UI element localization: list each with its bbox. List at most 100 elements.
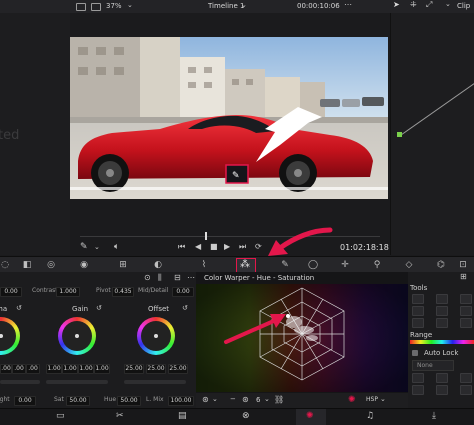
gain-r[interactable]: 1.00 <box>62 364 78 374</box>
lmix-value[interactable]: 100.00 <box>168 396 194 406</box>
clip-label[interactable]: Clip <box>457 2 470 10</box>
window-icon[interactable]: ◯ <box>308 260 318 270</box>
color-page-tab[interactable]: ✺ <box>296 409 326 425</box>
curves-icon[interactable]: ⌇ <box>199 260 209 270</box>
scrubber-track[interactable] <box>80 236 380 237</box>
sizing-icon[interactable]: ⊡ <box>458 260 468 270</box>
media-page-icon[interactable]: ▭ <box>56 411 65 421</box>
blur-icon[interactable]: ◇ <box>404 260 414 270</box>
fusion-page-icon[interactable]: ⊗ <box>242 411 250 421</box>
offset-g[interactable]: 25.00 <box>146 364 166 374</box>
contrast-value[interactable]: 1.000 <box>56 287 80 297</box>
lock-tool-button[interactable] <box>460 294 472 304</box>
offset-b[interactable]: 25.00 <box>168 364 188 374</box>
select-tool-button[interactable] <box>412 294 424 304</box>
gain-y[interactable]: 1.00 <box>46 364 62 374</box>
middetail-value[interactable]: 0.00 <box>172 287 194 297</box>
gamma-g[interactable]: .00 <box>26 364 40 374</box>
ring-tool-button[interactable] <box>460 306 472 316</box>
blend-tool-button[interactable] <box>436 385 448 395</box>
lock-mode-dropdown[interactable]: None <box>412 360 454 371</box>
primaries-icon[interactable]: ◎ <box>46 260 56 270</box>
pivot-value[interactable]: 0.435 <box>112 287 134 297</box>
go-to-start-icon[interactable]: ⏮︎ <box>178 242 185 252</box>
lum-tool-button[interactable] <box>412 385 424 395</box>
warper-picker-icon[interactable]: ⊛ <box>202 395 209 404</box>
hue-tool-button[interactable] <box>436 373 448 383</box>
column-tool-button[interactable] <box>436 306 448 316</box>
color-warper-tab[interactable]: ⁂ <box>236 258 256 273</box>
rgb-mixer-icon[interactable]: ⊞ <box>118 260 128 270</box>
options-dots-icon[interactable]: ⋯ <box>344 0 352 9</box>
page-value[interactable]: 6 <box>256 396 260 404</box>
sat-tool-button[interactable] <box>460 373 472 383</box>
tracker-icon[interactable]: ✛ <box>340 260 350 270</box>
go-to-end-icon[interactable]: ⏭︎ <box>239 242 246 252</box>
viewer-layout-icon[interactable] <box>76 3 86 11</box>
cut-page-icon[interactable]: ✂︎ <box>116 411 124 421</box>
grid-tool-button[interactable] <box>412 373 424 383</box>
hue-value[interactable]: 50.00 <box>117 396 141 406</box>
key-icon[interactable]: ⌬ <box>436 260 446 270</box>
camera-raw-icon[interactable]: ◌ <box>0 260 10 270</box>
gain-b[interactable]: 1.00 <box>94 364 110 374</box>
video-frame[interactable]: ✎ <box>70 37 388 199</box>
offset-r[interactable]: 25.00 <box>124 364 144 374</box>
keyframe-icon[interactable]: ⊞ <box>460 272 467 281</box>
sat-value[interactable]: 50.00 <box>66 396 90 406</box>
chevron-down-icon[interactable]: ⌄ <box>264 395 270 403</box>
log-mode-icon[interactable]: ⊟ <box>174 273 181 282</box>
gamma-master-slider[interactable] <box>0 380 40 384</box>
minus-icon[interactable]: − <box>230 395 236 403</box>
timeline-name[interactable]: Timeline 1 <box>208 2 244 10</box>
primaries-mode-icon[interactable]: ⊙ <box>144 273 151 282</box>
fullscreen-icon[interactable]: ⤢ <box>426 0 432 10</box>
timeline-dropdown-icon[interactable]: ⌄ <box>241 1 247 9</box>
loop-icon[interactable]: ⟳ <box>255 242 262 251</box>
edit-page-icon[interactable]: ▤ <box>178 411 187 421</box>
gain-master-slider[interactable] <box>46 380 108 384</box>
pointer-icon[interactable]: ➤ <box>393 0 400 9</box>
gain-wheel[interactable] <box>58 317 96 355</box>
zoom-level[interactable]: 37% <box>106 2 122 10</box>
warper-grid-icon[interactable]: ⊛ <box>242 395 249 404</box>
gamma-r[interactable]: .00 <box>12 364 26 374</box>
offset-wheel[interactable] <box>137 317 175 355</box>
link-icon[interactable]: ⛓︎ <box>274 395 284 404</box>
play-reverse-icon[interactable]: ◀︎ <box>195 242 201 251</box>
deliver-page-icon[interactable]: ⤓ <box>432 411 436 421</box>
stop-icon[interactable]: ■ <box>210 242 218 251</box>
gamma-y[interactable]: .00 <box>0 364 12 374</box>
grid-icon[interactable]: ⁜ <box>410 0 417 9</box>
viewer-mode-icon[interactable] <box>91 3 101 11</box>
auto-lock-checkbox[interactable] <box>412 350 418 356</box>
row-tool-button[interactable] <box>412 306 424 316</box>
hdr-icon[interactable]: ◉ <box>79 260 89 270</box>
temp-value[interactable]: 0.00 <box>0 287 22 297</box>
chevron-down-icon[interactable]: ⌄ <box>127 1 133 9</box>
picker-tool-icon[interactable]: ✎ <box>80 242 88 252</box>
extra-tool-button[interactable] <box>460 385 472 395</box>
reset-icon[interactable]: ↺ <box>96 304 102 312</box>
warper-grid[interactable] <box>196 284 408 392</box>
motion-effects-icon[interactable]: ◐ <box>153 260 163 270</box>
bars-mode-icon[interactable]: ⫼ <box>158 273 162 283</box>
mode-select[interactable]: HSP <box>366 396 378 403</box>
play-icon[interactable]: ▶︎ <box>224 242 230 251</box>
highlight-value[interactable]: 0.00 <box>14 396 36 406</box>
gain-g[interactable]: 1.00 <box>78 364 94 374</box>
reset-tool-button[interactable] <box>460 318 472 328</box>
qualifier-icon[interactable]: ✎ <box>280 260 290 270</box>
chevron-down-icon[interactable]: ⌄ <box>212 395 218 403</box>
chevron-down-icon[interactable]: ⌄ <box>94 243 100 251</box>
pin-tool-button[interactable] <box>436 294 448 304</box>
color-match-icon[interactable]: ◧ <box>22 260 32 270</box>
chevron-down-icon[interactable]: ⌄ <box>445 0 451 8</box>
playhead[interactable] <box>205 232 207 240</box>
smooth-tool-button[interactable] <box>412 318 424 328</box>
more-icon[interactable]: ⋯ <box>187 273 195 282</box>
gamma-wheel[interactable] <box>0 317 20 355</box>
offset-master-slider[interactable] <box>124 380 186 384</box>
fairlight-page-icon[interactable]: ♫ <box>366 411 374 421</box>
reset-icon[interactable]: ↺ <box>182 304 188 312</box>
